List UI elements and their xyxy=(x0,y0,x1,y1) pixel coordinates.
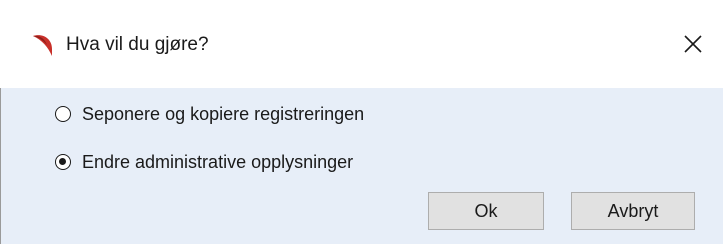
dialog-window: Hva vil du gjøre? Seponere og kopiere re… xyxy=(0,0,723,244)
title-bar: Hva vil du gjøre? xyxy=(0,0,723,88)
radio-option-endre[interactable]: Endre administrative opplysninger xyxy=(55,151,353,173)
dialog-body: Seponere og kopiere registreringen Endre… xyxy=(1,88,723,244)
close-icon xyxy=(683,34,703,59)
dialog-title: Hva vil du gjøre? xyxy=(66,34,209,55)
radio-button-unchecked[interactable] xyxy=(55,106,71,122)
close-button[interactable] xyxy=(676,29,710,63)
radio-label: Endre administrative opplysninger xyxy=(82,152,354,172)
ok-button[interactable]: Ok xyxy=(428,192,544,230)
radio-option-seponere[interactable]: Seponere og kopiere registreringen xyxy=(55,103,364,125)
radio-label: Seponere og kopiere registreringen xyxy=(82,104,365,124)
cancel-button[interactable]: Avbryt xyxy=(571,192,695,230)
radio-button-checked[interactable] xyxy=(55,154,71,170)
app-logo-icon xyxy=(30,33,56,57)
